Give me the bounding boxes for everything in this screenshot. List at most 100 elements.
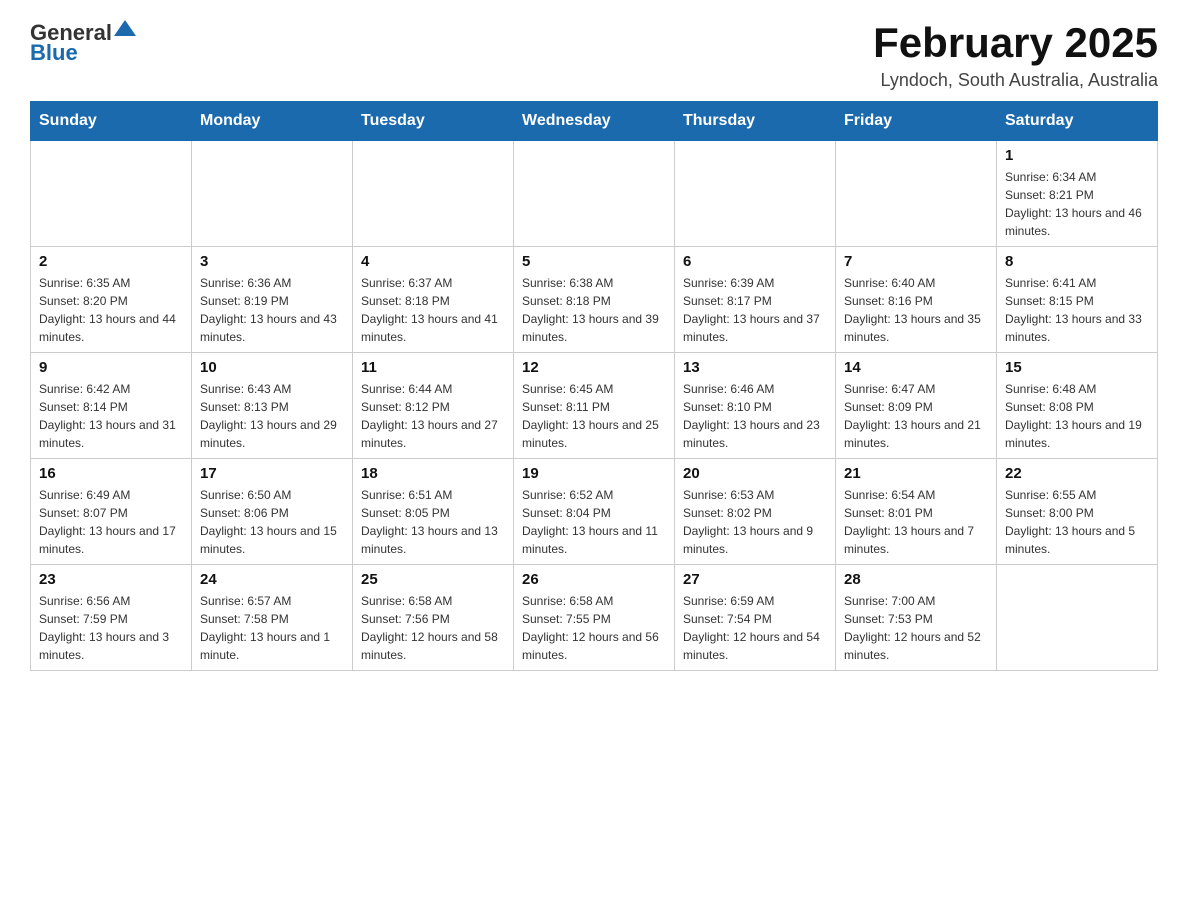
calendar-cell: 1 Sunrise: 6:34 AM Sunset: 8:21 PM Daylig… — [997, 141, 1158, 247]
calendar-cell: 23 Sunrise: 6:56 AM Sunset: 7:59 PM Dayli… — [31, 565, 192, 671]
day-number: 3 — [200, 253, 344, 270]
day-number: 22 — [1005, 465, 1149, 482]
day-number: 12 — [522, 359, 666, 376]
header-row: SundayMondayTuesdayWednesdayThursdayFrid… — [31, 102, 1158, 141]
calendar-cell — [514, 141, 675, 247]
day-info: Sunrise: 6:36 AM Sunset: 8:19 PM Dayligh… — [200, 274, 344, 346]
header-cell-thursday: Thursday — [675, 102, 836, 141]
location-text: Lyndoch, South Australia, Australia — [873, 70, 1158, 91]
day-info: Sunrise: 6:34 AM Sunset: 8:21 PM Dayligh… — [1005, 168, 1149, 240]
calendar-cell — [836, 141, 997, 247]
calendar-table: SundayMondayTuesdayWednesdayThursdayFrid… — [30, 101, 1158, 671]
calendar-cell: 17 Sunrise: 6:50 AM Sunset: 8:06 PM Dayli… — [192, 459, 353, 565]
day-info: Sunrise: 6:46 AM Sunset: 8:10 PM Dayligh… — [683, 380, 827, 452]
day-number: 11 — [361, 359, 505, 376]
day-info: Sunrise: 6:58 AM Sunset: 7:55 PM Dayligh… — [522, 592, 666, 664]
header-cell-friday: Friday — [836, 102, 997, 141]
calendar-cell: 15Sunrise: 6:48 AM Sunset: 8:08 PM Dayli… — [997, 353, 1158, 459]
day-info: Sunrise: 6:35 AM Sunset: 8:20 PM Dayligh… — [39, 274, 183, 346]
title-block: February 2025 Lyndoch, South Australia, … — [873, 20, 1158, 91]
day-info: Sunrise: 6:39 AM Sunset: 8:17 PM Dayligh… — [683, 274, 827, 346]
day-number: 27 — [683, 571, 827, 588]
day-info: Sunrise: 6:58 AM Sunset: 7:56 PM Dayligh… — [361, 592, 505, 664]
day-info: Sunrise: 6:56 AM Sunset: 7:59 PM Dayligh… — [39, 592, 183, 664]
calendar-cell: 14 Sunrise: 6:47 AM Sunset: 8:09 PM Dayli… — [836, 353, 997, 459]
calendar-body: 1 Sunrise: 6:34 AM Sunset: 8:21 PM Daylig… — [31, 141, 1158, 671]
calendar-cell: 3 Sunrise: 6:36 AM Sunset: 8:19 PM Daylig… — [192, 247, 353, 353]
month-title: February 2025 — [873, 20, 1158, 66]
calendar-cell: 12 Sunrise: 6:45 AM Sunset: 8:11 PM Dayli… — [514, 353, 675, 459]
calendar-cell: 5 Sunrise: 6:38 AM Sunset: 8:18 PM Daylig… — [514, 247, 675, 353]
day-number: 1 — [1005, 147, 1149, 164]
day-info: Sunrise: 7:00 AM Sunset: 7:53 PM Dayligh… — [844, 592, 988, 664]
week-row-3: 9Sunrise: 6:42 AM Sunset: 8:14 PM Daylig… — [31, 353, 1158, 459]
calendar-cell: 10Sunrise: 6:43 AM Sunset: 8:13 PM Dayli… — [192, 353, 353, 459]
day-info: Sunrise: 6:51 AM Sunset: 8:05 PM Dayligh… — [361, 486, 505, 558]
day-info: Sunrise: 6:43 AM Sunset: 8:13 PM Dayligh… — [200, 380, 344, 452]
day-number: 14 — [844, 359, 988, 376]
calendar-cell: 24 Sunrise: 6:57 AM Sunset: 7:58 PM Dayli… — [192, 565, 353, 671]
logo-triangle-icon — [114, 18, 136, 40]
header-cell-monday: Monday — [192, 102, 353, 141]
day-info: Sunrise: 6:37 AM Sunset: 8:18 PM Dayligh… — [361, 274, 505, 346]
calendar-cell: 7Sunrise: 6:40 AM Sunset: 8:16 PM Daylig… — [836, 247, 997, 353]
week-row-4: 16 Sunrise: 6:49 AM Sunset: 8:07 PM Dayli… — [31, 459, 1158, 565]
day-info: Sunrise: 6:49 AM Sunset: 8:07 PM Dayligh… — [39, 486, 183, 558]
calendar-cell: 27 Sunrise: 6:59 AM Sunset: 7:54 PM Dayli… — [675, 565, 836, 671]
calendar-cell: 8 Sunrise: 6:41 AM Sunset: 8:15 PM Daylig… — [997, 247, 1158, 353]
day-info: Sunrise: 6:54 AM Sunset: 8:01 PM Dayligh… — [844, 486, 988, 558]
day-info: Sunrise: 6:55 AM Sunset: 8:00 PM Dayligh… — [1005, 486, 1149, 558]
calendar-cell: 2 Sunrise: 6:35 AM Sunset: 8:20 PM Daylig… — [31, 247, 192, 353]
header-cell-saturday: Saturday — [997, 102, 1158, 141]
day-info: Sunrise: 6:52 AM Sunset: 8:04 PM Dayligh… — [522, 486, 666, 558]
day-info: Sunrise: 6:57 AM Sunset: 7:58 PM Dayligh… — [200, 592, 344, 664]
calendar-cell — [31, 141, 192, 247]
calendar-cell: 21 Sunrise: 6:54 AM Sunset: 8:01 PM Dayli… — [836, 459, 997, 565]
day-info: Sunrise: 6:38 AM Sunset: 8:18 PM Dayligh… — [522, 274, 666, 346]
day-number: 20 — [683, 465, 827, 482]
day-number: 8 — [1005, 253, 1149, 270]
calendar-cell: 25 Sunrise: 6:58 AM Sunset: 7:56 PM Dayli… — [353, 565, 514, 671]
day-info: Sunrise: 6:48 AM Sunset: 8:08 PM Dayligh… — [1005, 380, 1149, 452]
day-number: 9 — [39, 359, 183, 376]
calendar-cell — [675, 141, 836, 247]
week-row-2: 2 Sunrise: 6:35 AM Sunset: 8:20 PM Daylig… — [31, 247, 1158, 353]
week-row-1: 1 Sunrise: 6:34 AM Sunset: 8:21 PM Daylig… — [31, 141, 1158, 247]
day-number: 28 — [844, 571, 988, 588]
logo: General Blue — [30, 20, 136, 66]
header-cell-wednesday: Wednesday — [514, 102, 675, 141]
calendar-cell: 9Sunrise: 6:42 AM Sunset: 8:14 PM Daylig… — [31, 353, 192, 459]
calendar-cell: 11 Sunrise: 6:44 AM Sunset: 8:12 PM Dayli… — [353, 353, 514, 459]
day-info: Sunrise: 6:44 AM Sunset: 8:12 PM Dayligh… — [361, 380, 505, 452]
day-number: 23 — [39, 571, 183, 588]
day-number: 25 — [361, 571, 505, 588]
calendar-cell: 13 Sunrise: 6:46 AM Sunset: 8:10 PM Dayli… — [675, 353, 836, 459]
calendar-cell: 22 Sunrise: 6:55 AM Sunset: 8:00 PM Dayli… — [997, 459, 1158, 565]
calendar-cell: 16 Sunrise: 6:49 AM Sunset: 8:07 PM Dayli… — [31, 459, 192, 565]
day-number: 18 — [361, 465, 505, 482]
header-cell-sunday: Sunday — [31, 102, 192, 141]
day-number: 5 — [522, 253, 666, 270]
day-info: Sunrise: 6:59 AM Sunset: 7:54 PM Dayligh… — [683, 592, 827, 664]
page-header: General Blue February 2025 Lyndoch, Sout… — [30, 20, 1158, 91]
day-info: Sunrise: 6:47 AM Sunset: 8:09 PM Dayligh… — [844, 380, 988, 452]
day-info: Sunrise: 6:50 AM Sunset: 8:06 PM Dayligh… — [200, 486, 344, 558]
day-number: 24 — [200, 571, 344, 588]
calendar-cell — [997, 565, 1158, 671]
day-number: 4 — [361, 253, 505, 270]
day-number: 21 — [844, 465, 988, 482]
day-number: 19 — [522, 465, 666, 482]
day-number: 17 — [200, 465, 344, 482]
calendar-cell: 26 Sunrise: 6:58 AM Sunset: 7:55 PM Dayli… — [514, 565, 675, 671]
calendar-cell: 19 Sunrise: 6:52 AM Sunset: 8:04 PM Dayli… — [514, 459, 675, 565]
logo-blue-text: Blue — [30, 40, 78, 66]
day-number: 7 — [844, 253, 988, 270]
day-number: 13 — [683, 359, 827, 376]
calendar-cell: 28 Sunrise: 7:00 AM Sunset: 7:53 PM Dayli… — [836, 565, 997, 671]
day-number: 16 — [39, 465, 183, 482]
calendar-cell: 18 Sunrise: 6:51 AM Sunset: 8:05 PM Dayli… — [353, 459, 514, 565]
day-info: Sunrise: 6:41 AM Sunset: 8:15 PM Dayligh… — [1005, 274, 1149, 346]
day-number: 26 — [522, 571, 666, 588]
day-number: 2 — [39, 253, 183, 270]
day-info: Sunrise: 6:45 AM Sunset: 8:11 PM Dayligh… — [522, 380, 666, 452]
